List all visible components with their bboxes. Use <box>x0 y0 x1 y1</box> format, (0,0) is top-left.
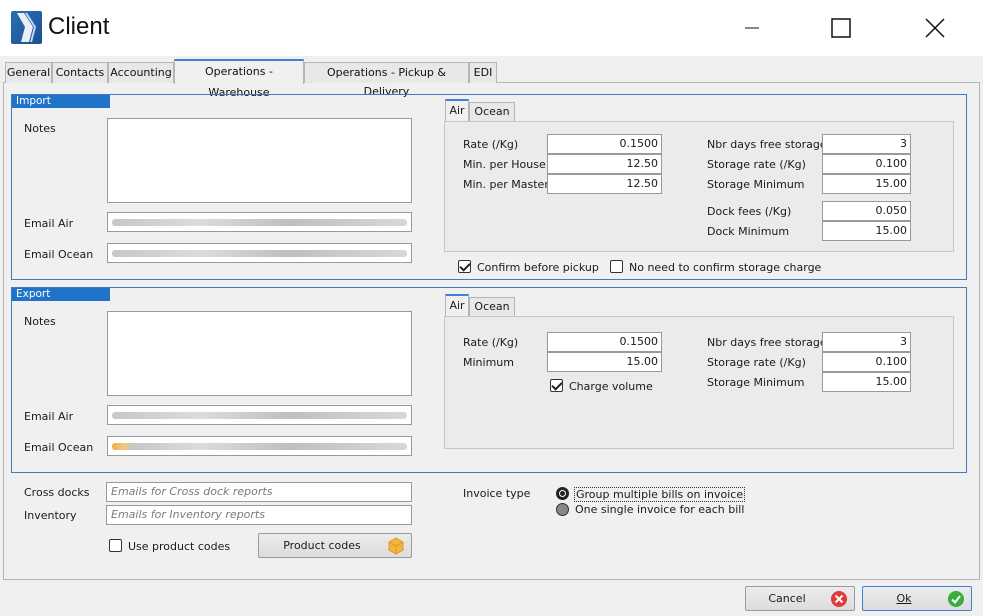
redacted-text <box>112 219 407 226</box>
import-free-days-field[interactable]: 3 <box>822 134 911 154</box>
invoice-single-label: One single invoice for each bill <box>575 503 745 516</box>
export-tab-ocean[interactable]: Ocean <box>469 297 515 316</box>
import-rate-label: Rate (/Kg) <box>463 138 519 151</box>
export-free-days-label: Nbr days free storage <box>707 336 827 349</box>
import-email-ocean-label: Email Ocean <box>24 248 94 261</box>
maximize-button[interactable] <box>818 0 864 56</box>
import-email-ocean-field[interactable] <box>107 243 412 263</box>
import-min-house-label: Min. per House <box>463 158 546 171</box>
confirm-pickup-label: Confirm before pickup <box>477 261 599 274</box>
export-minimum-field[interactable]: 15.00 <box>547 352 662 372</box>
app-logo-icon <box>11 11 42 44</box>
import-min-master-field[interactable]: 12.50 <box>547 174 662 194</box>
cross-docks-field[interactable]: Emails for Cross dock reports <box>106 482 412 502</box>
charge-volume-checkbox[interactable] <box>550 379 563 392</box>
use-product-codes-label: Use product codes <box>128 540 231 553</box>
invoice-group-radio[interactable] <box>556 487 569 500</box>
minimize-icon <box>745 27 759 29</box>
cross-docks-label: Cross docks <box>24 486 90 499</box>
import-dock-fees-label: Dock fees (/Kg) <box>707 205 792 218</box>
import-rate-field[interactable]: 0.1500 <box>547 134 662 154</box>
export-email-air-field[interactable] <box>107 405 412 425</box>
import-group: Import Notes Email Air Email Ocean Air O… <box>11 94 967 280</box>
import-email-air-field[interactable] <box>107 212 412 232</box>
ok-button-label: Ok <box>896 592 912 605</box>
charge-volume-label: Charge volume <box>569 380 653 393</box>
close-icon <box>925 18 945 38</box>
import-tab-air[interactable]: Air <box>445 99 469 121</box>
export-tab-air[interactable]: Air <box>445 294 469 316</box>
export-storage-min-label: Storage Minimum <box>707 376 805 389</box>
use-product-codes-checkbox[interactable] <box>109 539 122 552</box>
invoice-group-label: Group multiple bills on invoice <box>574 487 746 502</box>
import-email-air-label: Email Air <box>24 217 74 230</box>
import-air-panel: Rate (/Kg) 0.1500 Min. per House 12.50 M… <box>444 121 954 252</box>
import-storage-rate-field[interactable]: 0.100 <box>822 154 911 174</box>
export-storage-min-field[interactable]: 15.00 <box>822 372 911 392</box>
close-button[interactable] <box>912 0 958 56</box>
redacted-text <box>112 250 407 257</box>
export-air-panel: Rate (/Kg) 0.1500 Minimum 15.00 Charge v… <box>444 316 954 449</box>
product-codes-button-label: Product codes <box>283 539 361 552</box>
export-minimum-label: Minimum <box>463 356 514 369</box>
export-notes-textarea[interactable] <box>107 311 412 396</box>
import-storage-min-label: Storage Minimum <box>707 178 805 191</box>
window-title: Client <box>48 13 110 40</box>
export-email-ocean-field[interactable] <box>107 436 412 456</box>
export-group: Export Notes Email Air Email Ocean Air O… <box>11 287 967 473</box>
redacted-text <box>112 443 407 450</box>
product-codes-button[interactable]: Product codes <box>258 533 412 558</box>
cancel-icon <box>830 590 848 608</box>
tab-operations-pickup-delivery[interactable]: Operations - Pickup & Delivery <box>304 62 469 98</box>
import-notes-textarea[interactable] <box>107 118 412 203</box>
tab-operations-warehouse[interactable]: Operations - Warehouse <box>174 59 304 99</box>
maximize-icon <box>831 18 851 38</box>
check-icon <box>947 590 965 608</box>
import-min-house-field[interactable]: 12.50 <box>547 154 662 174</box>
inventory-label: Inventory <box>24 509 77 522</box>
import-dock-min-label: Dock Minimum <box>707 225 790 238</box>
export-free-days-field[interactable]: 3 <box>822 332 911 352</box>
invoice-type-label: Invoice type <box>463 487 531 500</box>
export-rate-field[interactable]: 0.1500 <box>547 332 662 352</box>
export-rate-label: Rate (/Kg) <box>463 336 519 349</box>
ok-button[interactable]: Ok <box>862 586 972 611</box>
tab-edi[interactable]: EDI <box>469 62 497 83</box>
invoice-group-label-text: Group multiple bills on invoice <box>574 487 746 502</box>
import-storage-min-field[interactable]: 15.00 <box>822 174 911 194</box>
invoice-single-radio[interactable] <box>556 503 569 516</box>
import-storage-rate-label: Storage rate (/Kg) <box>707 158 806 171</box>
export-group-title: Export <box>12 288 110 301</box>
cube-icon <box>387 537 405 555</box>
import-free-days-label: Nbr days free storage <box>707 138 827 151</box>
import-notes-label: Notes <box>24 122 56 135</box>
import-group-title: Import <box>12 95 110 108</box>
inventory-field[interactable]: Emails for Inventory reports <box>106 505 412 525</box>
export-email-ocean-label: Email Ocean <box>24 441 94 454</box>
redacted-text <box>112 412 407 419</box>
export-notes-label: Notes <box>24 315 56 328</box>
title-bar: Client <box>0 0 983 56</box>
minimize-button[interactable] <box>729 0 775 56</box>
cancel-button-label: Cancel <box>768 592 806 605</box>
import-min-master-label: Min. per Master <box>463 178 549 191</box>
export-email-air-label: Email Air <box>24 410 74 423</box>
export-storage-rate-field[interactable]: 0.100 <box>822 352 911 372</box>
import-dock-min-field[interactable]: 15.00 <box>822 221 911 241</box>
export-storage-rate-label: Storage rate (/Kg) <box>707 356 806 369</box>
confirm-pickup-checkbox[interactable] <box>458 260 471 273</box>
tab-contacts[interactable]: Contacts <box>52 62 108 83</box>
no-confirm-storage-label: No need to confirm storage charge <box>629 261 822 274</box>
cancel-button[interactable]: Cancel <box>745 586 855 611</box>
import-tab-ocean[interactable]: Ocean <box>469 102 515 121</box>
no-confirm-storage-checkbox[interactable] <box>610 260 623 273</box>
tab-general[interactable]: General <box>5 62 52 83</box>
tab-accounting[interactable]: Accounting <box>108 62 174 83</box>
import-dock-fees-field[interactable]: 0.050 <box>822 201 911 221</box>
